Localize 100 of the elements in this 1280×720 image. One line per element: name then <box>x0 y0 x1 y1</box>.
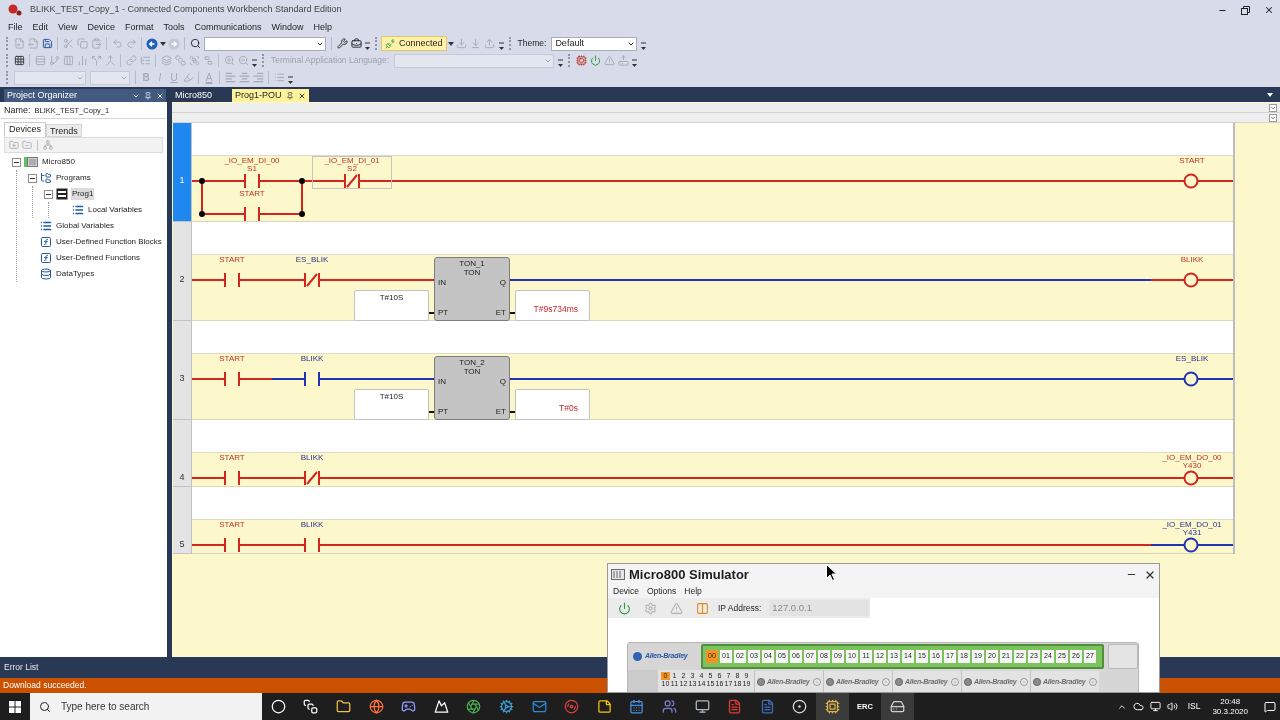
menu-item[interactable]: Device <box>609 585 643 598</box>
ladder-coil[interactable]: START <box>1151 156 1233 189</box>
rung-number[interactable]: 3 <box>173 321 192 420</box>
ladder-coil[interactable]: _IO_EM_DO_01 Y431 <box>1151 520 1233 553</box>
speaker-icon[interactable] <box>1166 701 1178 712</box>
function-block[interactable]: TON_2 TON IN Q PT ET <box>434 356 510 420</box>
grip-icon[interactable] <box>568 54 572 67</box>
ladder-contact[interactable]: START <box>192 354 272 387</box>
dropdown-button[interactable] <box>1269 103 1277 112</box>
tree-item[interactable]: Prog1 <box>71 188 95 200</box>
ladder-contact[interactable]: BLIKK <box>272 520 352 553</box>
pin-icon[interactable] <box>144 91 152 100</box>
menu-item[interactable]: Format <box>119 21 159 33</box>
notification-icon[interactable] <box>1264 700 1276 713</box>
wrench-icon[interactable] <box>336 38 348 49</box>
collapse-icon[interactable] <box>43 189 53 199</box>
tree-item[interactable]: Global Variables <box>55 220 116 232</box>
ladder-contact[interactable]: _IO_EM_DI_00 S1 <box>206 156 298 189</box>
ladder-contact[interactable]: ES_BLIK <box>272 255 352 288</box>
menu-item[interactable]: Device <box>82 21 120 33</box>
document-tab[interactable]: Micro850 <box>172 89 230 102</box>
panel-tab[interactable]: Trends <box>46 124 82 137</box>
menu-item[interactable]: File <box>3 21 28 33</box>
ladder-contact[interactable]: BLIKK <box>272 354 352 387</box>
overflow-icon[interactable] <box>497 41 505 51</box>
ladder-contact[interactable]: START <box>192 520 272 553</box>
function-block[interactable]: TON_1 TON IN Q PT ET <box>434 257 510 321</box>
back-arrow-icon[interactable] <box>146 37 158 50</box>
save-icon[interactable] <box>41 38 53 49</box>
panel-tab[interactable]: Devices <box>4 122 46 137</box>
menu-item[interactable]: Tools <box>158 21 190 33</box>
menu-item[interactable]: Help <box>308 21 337 33</box>
tree-item[interactable]: Programs <box>55 172 92 184</box>
close-icon[interactable] <box>156 91 164 100</box>
overflow-icon[interactable] <box>631 58 639 68</box>
rung-number[interactable]: 5 <box>173 487 192 554</box>
close-icon[interactable] <box>297 91 306 100</box>
collapse-icon[interactable] <box>11 157 21 167</box>
grip-icon[interactable] <box>6 71 9 84</box>
grip-icon[interactable] <box>508 37 512 50</box>
cloud-icon[interactable] <box>1132 701 1144 712</box>
elapsed-time-field[interactable]: T#9s734ms <box>515 290 590 321</box>
ladder-coil[interactable]: _IO_EM_DO_00 Y430 <box>1151 453 1233 486</box>
overflow-icon[interactable] <box>364 41 371 51</box>
overflow-icon[interactable] <box>557 58 565 68</box>
taskbar-button[interactable] <box>816 693 849 720</box>
document-tab[interactable]: Prog1-POU <box>232 89 309 102</box>
overflow-icon[interactable] <box>640 41 648 51</box>
grip-icon[interactable] <box>6 54 9 67</box>
elapsed-time-field[interactable]: T#0s <box>515 389 590 420</box>
menu-item[interactable]: Window <box>266 21 309 33</box>
grip-icon[interactable] <box>6 37 9 50</box>
ladder-contact[interactable]: _IO_EM_DI_01 S2 <box>312 156 392 189</box>
start-icon[interactable] <box>9 700 21 713</box>
menu-item[interactable]: Communications <box>189 21 267 33</box>
language-indicator[interactable]: ISL <box>1187 700 1201 713</box>
search-icon[interactable] <box>189 38 201 49</box>
preset-time-field[interactable]: T#10S <box>354 389 429 420</box>
search-field[interactable]: Type here to search <box>30 693 262 720</box>
rung-number[interactable]: 2 <box>173 222 192 321</box>
tree-item[interactable]: Local Variables <box>87 204 144 216</box>
grip-icon[interactable] <box>262 54 265 67</box>
menu-item[interactable]: View <box>53 21 83 33</box>
dropdown[interactable]: Default <box>551 36 638 51</box>
ladder-coil[interactable]: ES_BLIK <box>1151 354 1233 387</box>
ladder-contact[interactable]: BLIKK <box>272 453 352 486</box>
ladder-contact[interactable]: START <box>192 255 272 288</box>
ladder-contact[interactable]: START <box>192 453 272 486</box>
tree-item[interactable]: User-Defined Functions <box>55 252 142 264</box>
overflow-icon[interactable] <box>251 58 258 68</box>
tree-item[interactable]: User-Defined Function Blocks <box>55 236 163 248</box>
menu-item[interactable]: Help <box>680 585 706 598</box>
caret-down-icon[interactable] <box>1267 93 1273 97</box>
taskbar-button[interactable] <box>881 693 914 720</box>
menu-item[interactable]: Edit <box>27 21 54 33</box>
restore-icon[interactable] <box>1241 5 1250 15</box>
overflow-icon[interactable] <box>287 75 294 85</box>
caret-down-icon[interactable] <box>160 41 166 46</box>
ladder-coil[interactable]: BLIKK <box>1151 255 1233 288</box>
grip-icon[interactable] <box>375 37 378 50</box>
caret-down-icon[interactable] <box>447 41 454 46</box>
chip-icon[interactable] <box>575 55 587 66</box>
grid-icon[interactable] <box>13 55 25 66</box>
dropdown-button[interactable] <box>1269 114 1277 122</box>
tree-item[interactable]: Micro850 <box>41 156 76 168</box>
monitor-icon[interactable] <box>1149 701 1161 712</box>
preset-time-field[interactable]: T#10S <box>354 290 429 321</box>
tree-item[interactable]: DataTypes <box>55 268 96 280</box>
pin-icon[interactable] <box>285 91 294 100</box>
ladder-contact[interactable]: START <box>206 189 298 222</box>
clock[interactable]: 20:48 30.3.2020 <box>1212 696 1248 717</box>
power-icon[interactable] <box>589 55 601 66</box>
menu-item[interactable]: Options <box>643 585 681 598</box>
toolbox-icon[interactable] <box>350 38 362 49</box>
connection-button[interactable]: Connected <box>381 36 447 51</box>
split-panel-icon[interactable] <box>695 601 709 615</box>
collapse-icon[interactable] <box>27 173 37 183</box>
rung-number[interactable]: 4 <box>173 420 192 487</box>
power-icon[interactable] <box>617 601 631 615</box>
rung-number[interactable]: 1 <box>173 123 192 222</box>
